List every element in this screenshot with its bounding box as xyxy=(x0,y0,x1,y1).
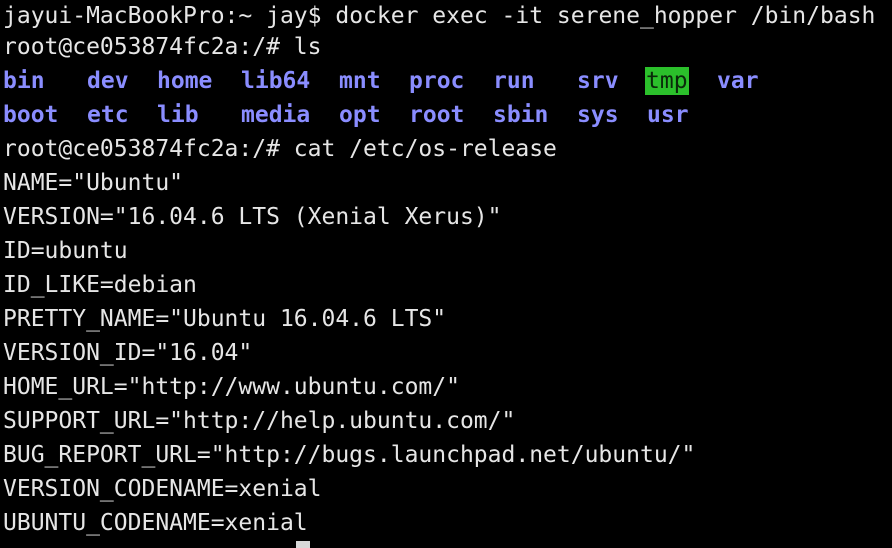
ls-output-row-1: bin dev home lib64 mnt proc run srv tmp … xyxy=(3,64,892,98)
os-release-line: PRETTY_NAME="Ubuntu 16.04.6 LTS" xyxy=(3,306,447,332)
terminal-line-docker-exec: jayui-MacBookPro:~ jay$ docker exec -it … xyxy=(3,0,892,30)
os-release-line: BUG_REPORT_URL="http://bugs.launchpad.ne… xyxy=(3,442,696,468)
docker-exec-command: docker exec -it serene_hopper /bin/bash xyxy=(335,3,876,29)
ls-entry: dev xyxy=(87,68,129,94)
cat-command: cat /etc/os-release xyxy=(293,136,557,162)
host-prompt: jayui-MacBookPro:~ jay$ xyxy=(3,3,336,29)
terminal-line-cat: root@ce053874fc2a:/# cat /etc/os-release xyxy=(3,132,892,166)
os-release-line: UBUNTU_CODENAME=xenial xyxy=(3,510,308,536)
ls-entry: lib xyxy=(157,102,199,128)
os-release-line: NAME="Ubuntu" xyxy=(3,170,184,196)
ls-entry-highlighted: tmp xyxy=(645,67,689,95)
terminal-window[interactable]: jayui-MacBookPro:~ jay$ docker exec -it … xyxy=(0,0,892,548)
ls-entry: bin xyxy=(3,68,45,94)
text-cursor xyxy=(296,541,310,548)
ls-entry: run xyxy=(493,68,535,94)
os-release-line: ID=ubuntu xyxy=(3,238,128,264)
ls-entry: opt xyxy=(339,102,381,128)
ls-command: ls xyxy=(293,34,322,60)
ls-entry: var xyxy=(717,68,759,94)
os-release-line: HOME_URL="http://www.ubuntu.com/" xyxy=(3,374,460,400)
ls-entry: mnt xyxy=(339,68,381,94)
ls-entry: home xyxy=(157,68,213,94)
ls-entry: media xyxy=(241,102,311,128)
os-release-line: VERSION_CODENAME=xenial xyxy=(3,476,322,502)
ls-entry: lib64 xyxy=(241,68,311,94)
os-release-line: SUPPORT_URL="http://help.ubuntu.com/" xyxy=(3,408,516,434)
ls-entry: boot xyxy=(3,102,59,128)
terminal-line-ls: root@ce053874fc2a:/# ls xyxy=(3,30,892,64)
ls-entry: proc xyxy=(409,68,465,94)
root-prompt: root@ce053874fc2a:/# xyxy=(3,34,294,60)
ls-entry: root xyxy=(409,102,465,128)
os-release-line: ID_LIKE=debian xyxy=(3,272,197,298)
ls-entry: sbin xyxy=(493,102,549,128)
ls-entry: sys xyxy=(577,102,619,128)
ls-entry: usr xyxy=(647,102,689,128)
os-release-line: VERSION_ID="16.04" xyxy=(3,340,253,366)
ls-entry: etc xyxy=(87,102,129,128)
ls-output-row-2: boot etc lib media opt root sbin sys usr xyxy=(3,98,892,132)
ls-entry: srv xyxy=(577,68,619,94)
os-release-line: VERSION="16.04.6 LTS (Xenial Xerus)" xyxy=(3,204,502,230)
